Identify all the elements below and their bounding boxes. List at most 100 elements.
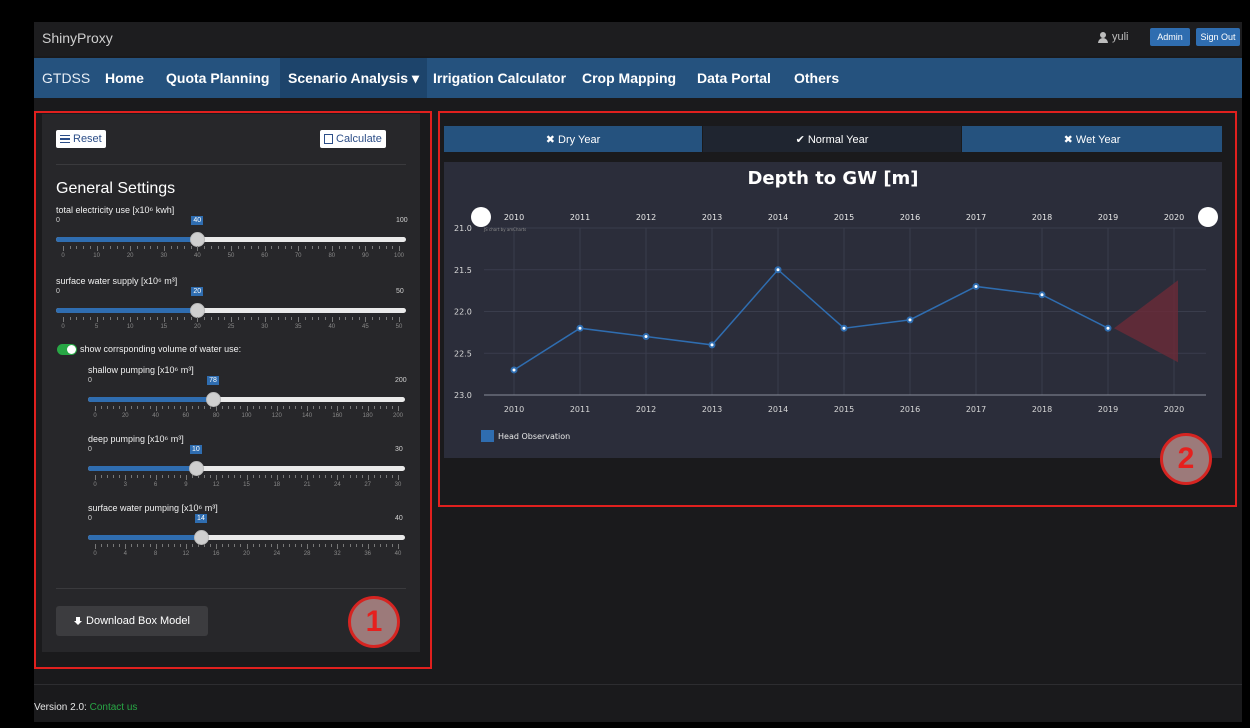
slider-tick [301,406,303,409]
slider-tick [231,246,232,251]
slider-tick [325,475,327,478]
slider-tick [291,246,293,249]
slider-tick [345,317,347,320]
slider-tick [197,246,199,251]
slider-tick [234,544,236,547]
slider-tick [191,406,193,409]
slider-tick [294,406,296,409]
slider-tick [288,544,290,547]
slider-value: 14 [195,514,207,523]
nav-brand[interactable]: GTDSS [42,58,90,98]
slider-tick-label: 50 [227,253,235,259]
slider-tick-label: 30 [394,482,402,488]
slider-tick [282,544,284,547]
slider-track[interactable] [88,535,405,540]
slider-tick [83,246,85,249]
slider-tick-label: 8 [153,551,158,557]
slider-tick-label: 25 [227,324,235,330]
slider-value: 78 [207,376,219,385]
slider-tick [358,317,360,320]
slider-tick-labels: 0 3 6 9 12 15 18 21 24 27 30 [88,482,405,490]
annotation-box-2 [438,111,1237,507]
slider-tick [137,406,139,409]
slider-tick [298,317,300,322]
slider-tick [119,475,121,478]
nav-crop-mapping[interactable]: Crop Mapping [582,58,676,98]
slider-tick [110,317,112,320]
slider-tick [222,406,224,409]
slider-track[interactable] [56,308,406,313]
contact-link[interactable]: Contact us [90,702,138,713]
sign-out-button[interactable]: Sign Out [1196,28,1240,46]
slider-tick [125,475,127,480]
slider-tick [246,475,248,480]
slider-tick [313,406,315,409]
slider-tick [257,246,259,249]
slider-tick [367,544,369,549]
slider-handle[interactable] [193,530,209,545]
slider-handle[interactable] [189,232,205,247]
slider-tick [143,544,145,547]
slider-tick [216,475,218,480]
slider-tick [358,246,360,249]
nav-scenario-analysis[interactable]: Scenario Analysis ▾ [280,58,428,98]
slider-tick [224,317,226,320]
slider-tick [264,406,266,409]
slider-tick [95,406,96,411]
slider-tick [251,317,253,320]
nav-data-portal[interactable]: Data Portal [697,58,771,98]
slider-track[interactable] [88,397,405,402]
slider-handle[interactable] [189,303,205,318]
slider-tick [361,475,363,478]
slider-tick-label: 90 [362,253,369,259]
slider-tick [313,544,315,547]
slider-tick [373,406,375,409]
slider-tick [210,475,212,478]
slider-tick [83,317,85,320]
slider-tick [385,406,387,409]
slider-max: 40 [395,515,403,522]
slider-tick-label: 6 [153,482,158,488]
slider-tick [240,544,242,547]
slider-tick [190,317,192,320]
slider-tick-labels: 0 20 40 60 80 100 120 140 160 180 200 [88,413,405,421]
slider-ticks [56,317,406,324]
slider-tick [361,406,363,409]
slider-tick [325,246,327,249]
slider-tick-label: 35 [294,324,302,330]
slider-tick-label: 40 [194,253,201,259]
slider-handle[interactable] [188,461,204,476]
slider-tick [136,246,138,249]
slider-tick [125,406,127,411]
user-menu[interactable]: yuli [1098,31,1129,43]
slider-tick [244,246,246,249]
slider-tick [331,475,333,478]
slider-tick [130,246,132,251]
slider-tick [150,317,152,320]
slider-tick [378,246,380,249]
app-brand[interactable]: ShinyProxy [42,30,113,46]
slider-tick [264,544,266,547]
slider-handle[interactable] [205,392,221,407]
slider-track[interactable] [56,237,406,242]
slider-track[interactable] [88,466,405,471]
slider-tick-labels: 0 10 20 30 40 50 60 70 80 90 100 [56,253,406,261]
nav-quota-planning[interactable]: Quota Planning [166,58,269,98]
slider-tick [264,246,266,251]
slider-tick [338,246,340,249]
slider-tick [294,544,296,547]
slider-tick [304,317,306,320]
slider-tick [338,317,340,320]
slider-tick-label: 27 [364,482,372,488]
nav-others[interactable]: Others [794,58,839,98]
nav-irrigation-calculator[interactable]: Irrigation Calculator [433,58,566,98]
slider-tick [372,317,374,320]
slider-tick [311,246,313,249]
slider-tick [307,544,309,549]
nav-home[interactable]: Home [105,58,144,98]
slider-tick [298,246,300,251]
admin-button[interactable]: Admin [1150,28,1190,46]
slider-tick [103,246,105,249]
slider-tick [131,544,133,547]
slider-tick [95,475,96,480]
